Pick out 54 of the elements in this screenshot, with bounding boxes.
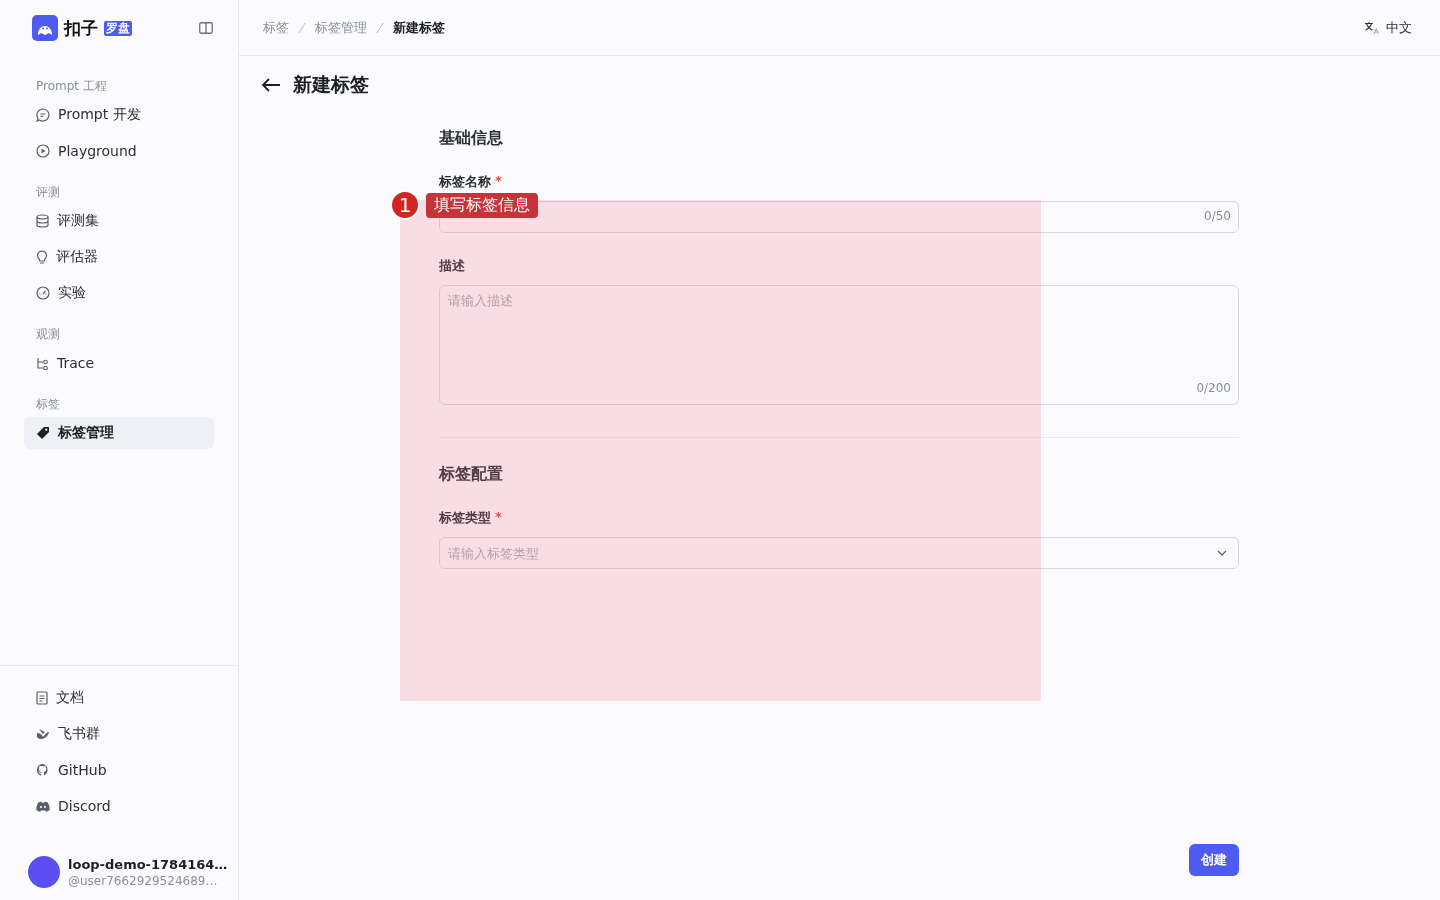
bird-icon xyxy=(36,728,50,740)
translate-icon[interactable] xyxy=(1364,20,1380,35)
nav-section-title: 标签 xyxy=(35,396,61,413)
footer-link[interactable]: Discord xyxy=(24,790,214,822)
logo-badge: 罗盘 xyxy=(104,20,132,36)
nav-section-title: 观测 xyxy=(35,326,61,343)
page-title: 新建标签 xyxy=(293,72,369,97)
nav-item[interactable]: 标签管理 xyxy=(24,417,214,449)
footer-link[interactable]: 飞书群 xyxy=(24,718,214,750)
logo-icon xyxy=(32,15,58,41)
field-label: 描述 xyxy=(439,257,465,275)
language-label[interactable]: 中文 xyxy=(1386,18,1412,37)
breadcrumb-item: 新建标签 xyxy=(393,18,445,37)
nav-item[interactable]: Prompt 开发 xyxy=(24,99,214,131)
section-title: 标签配置 xyxy=(439,464,504,485)
footer-link[interactable]: 文档 xyxy=(24,682,214,714)
select-field[interactable]: 请输入标签类型 xyxy=(439,537,1239,569)
database-icon xyxy=(36,214,49,228)
trace-icon xyxy=(36,356,49,370)
chat-icon xyxy=(36,108,50,122)
chevron-down-icon xyxy=(1217,550,1227,556)
field-label: 标签名称 xyxy=(439,173,491,191)
nav-item[interactable]: 评估器 xyxy=(24,241,214,273)
step-number-tooltip: 1 xyxy=(390,190,420,220)
nav-section-title: Prompt 工程 xyxy=(35,78,108,95)
gauge-icon xyxy=(36,286,50,300)
nav-item[interactable]: 评测集 xyxy=(24,205,214,237)
separator-icon xyxy=(375,21,385,34)
lightbulb-icon xyxy=(36,250,48,264)
github-icon xyxy=(36,763,50,777)
play-icon xyxy=(36,144,50,158)
back-arrow-icon[interactable] xyxy=(261,77,281,93)
footer-link[interactable]: GitHub xyxy=(24,754,214,786)
field-label: 标签类型 xyxy=(439,509,491,527)
character-counter: 0/200 xyxy=(1196,381,1231,395)
character-counter: 0/50 xyxy=(1204,209,1231,223)
game-controller-icon xyxy=(36,800,50,812)
document-icon xyxy=(36,691,48,705)
create-button[interactable]: 创建 xyxy=(1189,844,1239,876)
nav-item[interactable]: Trace xyxy=(24,347,214,379)
required-mark: * xyxy=(495,173,502,190)
user-name: loop-demo-1784164… xyxy=(68,856,228,872)
separator-icon xyxy=(297,21,307,34)
tag-icon xyxy=(36,426,50,440)
nav-section-title: 评测 xyxy=(35,184,61,201)
nav-item[interactable]: 实验 xyxy=(24,277,214,309)
annotation-tooltip: 填写标签信息 xyxy=(426,192,538,218)
sidebar-toggle-icon[interactable] xyxy=(199,22,213,34)
logo-text: 扣子 xyxy=(64,16,98,40)
avatar[interactable] xyxy=(28,856,60,888)
required-mark: * xyxy=(495,509,502,526)
user-handle: @user7662929524689… xyxy=(68,873,219,888)
nav-item[interactable]: Playground xyxy=(24,135,214,167)
section-title: 基础信息 xyxy=(439,128,504,149)
